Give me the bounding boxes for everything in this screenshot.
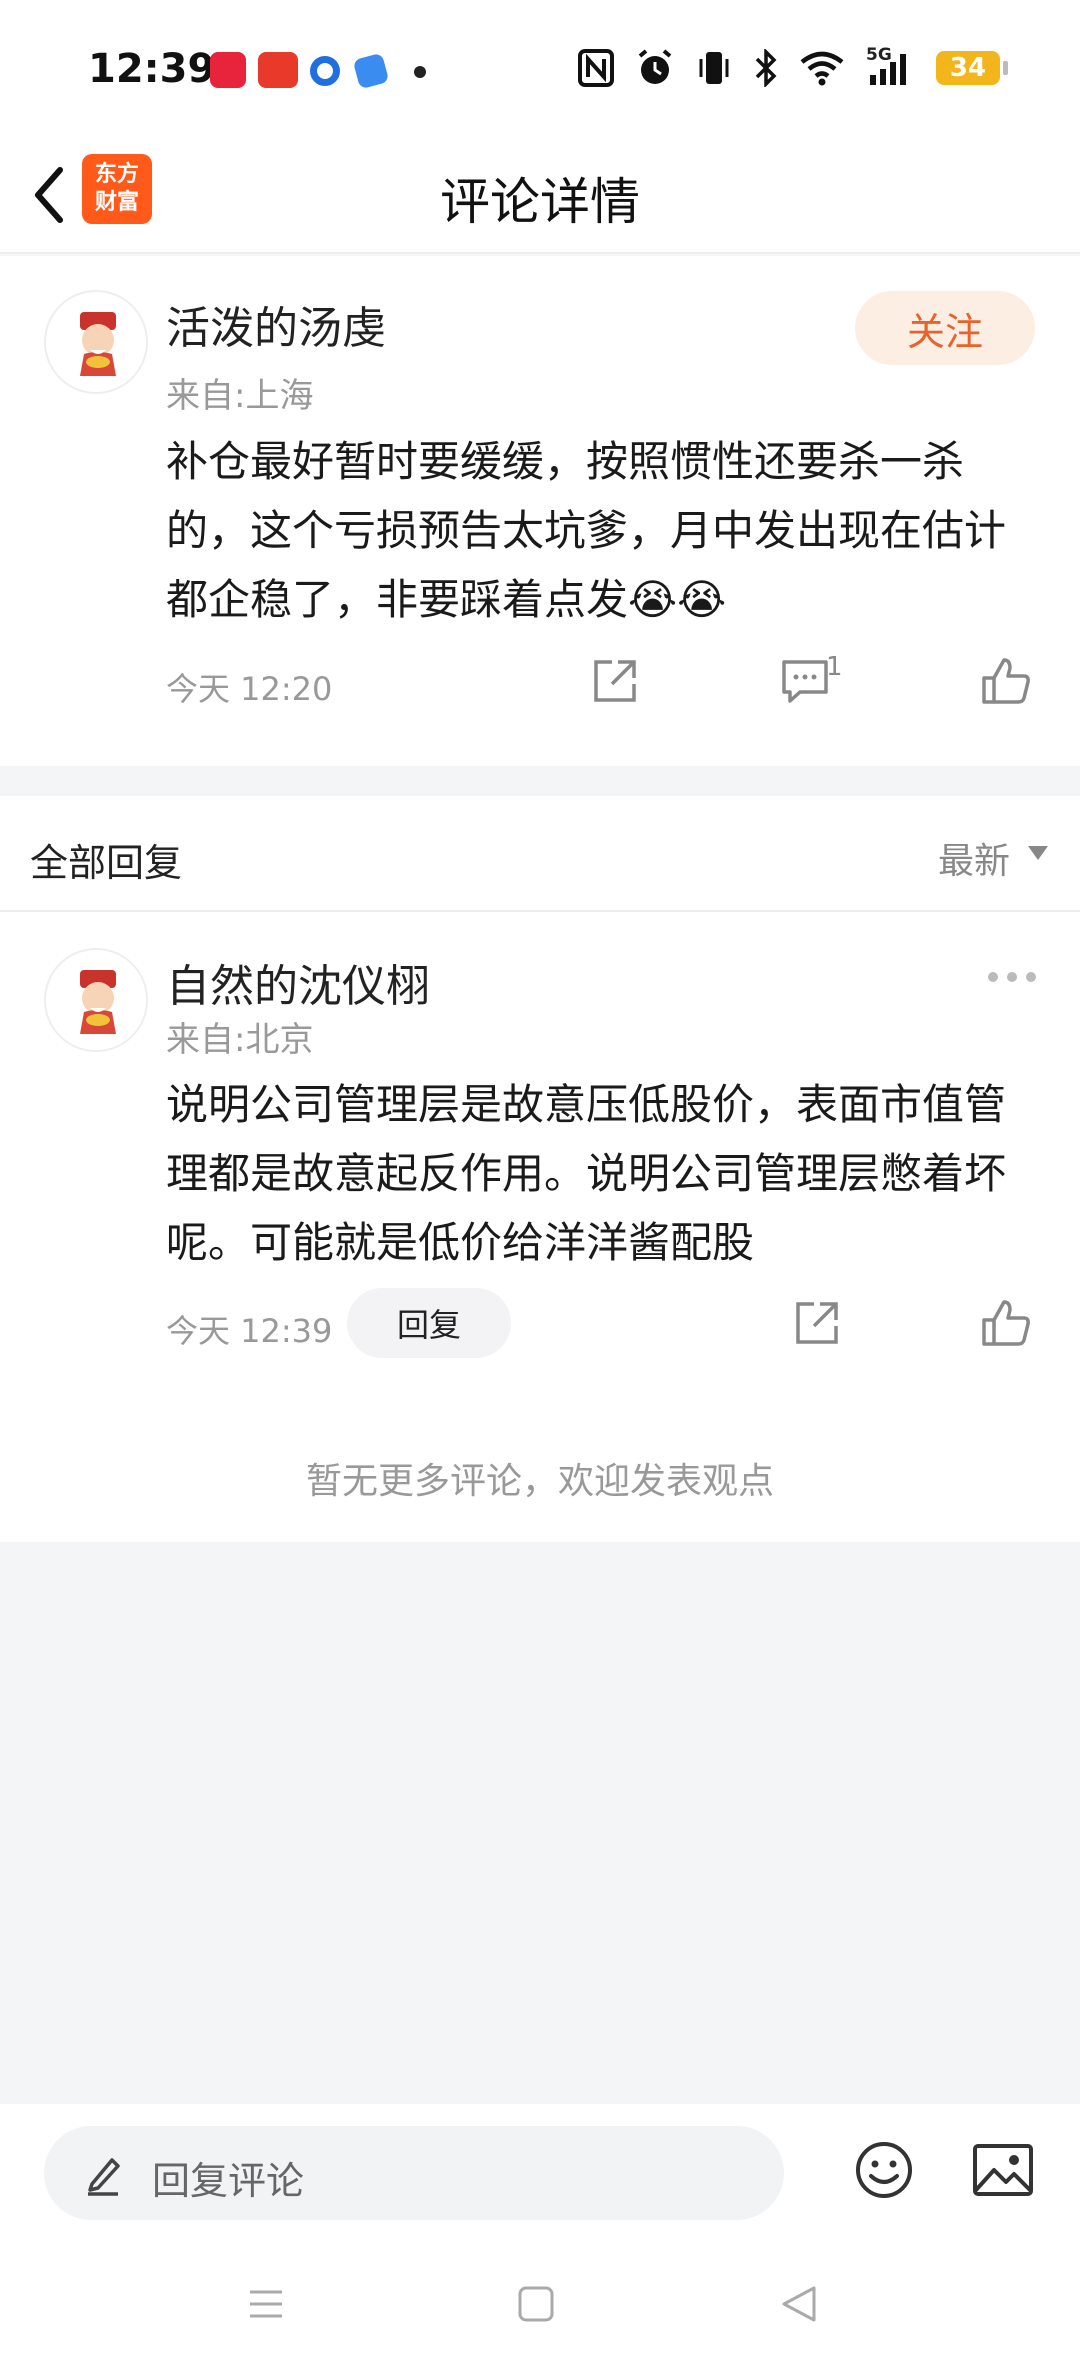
follow-button[interactable]: 关注 [855, 291, 1035, 365]
avatar[interactable] [44, 290, 148, 394]
reply-button[interactable]: 回复 [347, 1288, 511, 1358]
comment-content: 补仓最好暂时要缓缓，按照惯性还要杀一杀的，这个亏损预告太坑爹，月中发出现在估计都… [166, 437, 1007, 624]
like-icon[interactable] [980, 1298, 1032, 1348]
alarm-icon [638, 49, 672, 84]
bluetooth-icon [755, 49, 777, 87]
comment-location: 来自:上海 [166, 376, 314, 416]
reply-input[interactable]: 回复评论 [44, 2126, 784, 2220]
wifi-icon [800, 51, 844, 86]
main-comment: 活泼的汤虔 来自:上海 关注 补仓最好暂时要缓缓，按照惯性还要杀一杀的，这个亏损… [0, 256, 1080, 766]
header: 东方 财富 评论详情 [0, 140, 1080, 254]
menu-nav-icon[interactable] [246, 2284, 286, 2324]
share-icon[interactable] [590, 656, 640, 706]
browser-notification-icon [310, 56, 340, 86]
replies-title: 全部回复 [30, 841, 183, 885]
emoji-icon[interactable] [854, 2140, 914, 2200]
reply-time: 今天 12:39 [166, 1312, 333, 1350]
signal-icon: 5G [866, 45, 914, 87]
reply-location: 来自:北京 [166, 1020, 314, 1060]
reply-input-placeholder: 回复评论 [152, 2159, 305, 2203]
avatar[interactable] [44, 948, 148, 1052]
comment-username[interactable]: 活泼的汤虔 [166, 292, 386, 356]
comment-icon[interactable] [780, 656, 832, 706]
bottom-bar: 回复评论 [0, 2104, 1080, 2373]
share-icon[interactable] [792, 1298, 842, 1348]
comment-time: 今天 12:20 [166, 670, 333, 708]
back-nav-icon[interactable] [780, 2284, 820, 2324]
home-nav-icon[interactable] [516, 2284, 556, 2324]
status-bar: 12:39 5G 34 [0, 0, 1080, 140]
like-icon[interactable] [980, 656, 1032, 706]
pencil-icon [88, 2158, 120, 2196]
reply-content: 说明公司管理层是故意压低股价，表面市值管理都是故意起反作用。说明公司管理层憋着坏… [166, 1080, 1007, 1267]
comment-count: 1 [826, 652, 843, 682]
toutiao-notification-icon [258, 52, 298, 88]
replies-header: 全部回复 最新 [0, 796, 1080, 912]
image-icon[interactable] [972, 2142, 1034, 2198]
nfc-icon [578, 49, 614, 87]
reply-username[interactable]: 自然的沈仪栩 [166, 950, 430, 1014]
vibrate-icon [699, 52, 729, 84]
sort-dropdown[interactable]: 最新 [938, 832, 1010, 884]
status-time: 12:39 [88, 46, 216, 92]
reply-list: 自然的沈仪栩 来自:北京 说明公司管理层是故意压低股价，表面市值管理都是故意起反… [0, 912, 1080, 1542]
no-more-comments: 暂无更多评论，欢迎发表观点 [305, 1461, 774, 1502]
page-title: 评论详情 [440, 173, 640, 231]
chevron-down-icon[interactable] [1028, 846, 1048, 860]
feather-notification-icon [352, 52, 390, 90]
battery-icon: 34 [936, 51, 1008, 85]
app-notification-icon [210, 52, 246, 88]
more-options-icon[interactable] [988, 972, 1036, 982]
more-notifications-dot-icon [414, 66, 426, 78]
